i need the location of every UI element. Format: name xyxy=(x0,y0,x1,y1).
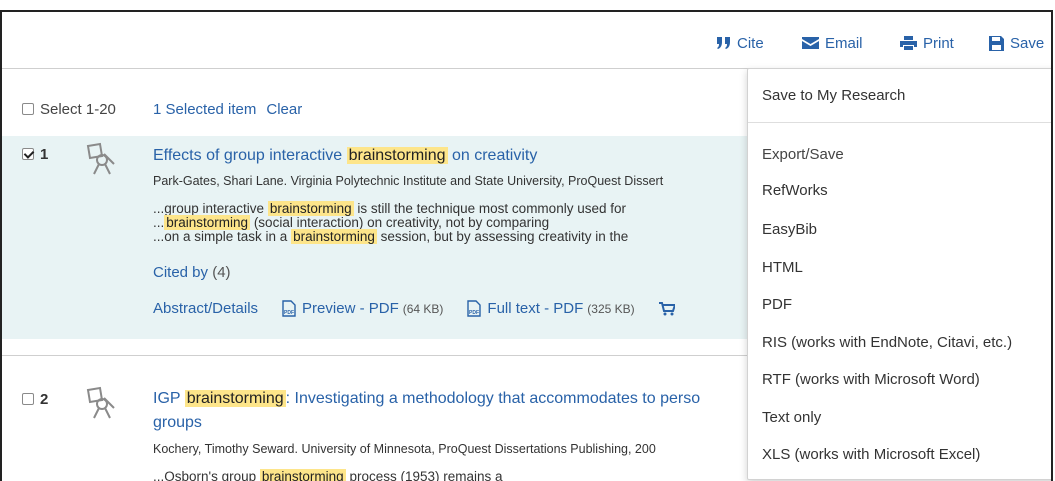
result-citation: Park-Gates, Shari Lane. Virginia Polytec… xyxy=(153,174,664,188)
export-refworks-item[interactable]: RefWorks xyxy=(762,182,828,199)
result-number: 2 xyxy=(22,389,48,409)
select-all-row: Select 1-20 xyxy=(22,98,142,120)
pdf-icon: PDF xyxy=(282,300,296,317)
export-ris-item[interactable]: RIS (works with EndNote, Citavi, etc.) xyxy=(762,334,1012,351)
title-text-line2: groups xyxy=(153,414,202,431)
result-index: 2 xyxy=(40,390,49,408)
selected-count-link[interactable]: 1 Selected item xyxy=(153,101,256,118)
print-button[interactable]: Print xyxy=(900,33,954,53)
selection-info: 1 Selected item Clear xyxy=(153,98,302,120)
title-text: IGP xyxy=(153,390,185,407)
export-save-header: Export/Save xyxy=(762,146,844,163)
result-number: 1 xyxy=(22,144,48,164)
cite-label: Cite xyxy=(737,34,764,52)
save-dropdown-menu: Save to My Research Export/Save RefWorks… xyxy=(747,68,1051,480)
select-all-checkbox[interactable] xyxy=(22,103,34,115)
preview-pdf-link[interactable]: PDF Preview - PDF (64 KB) xyxy=(282,300,443,317)
cited-by-label: Cited by xyxy=(153,264,209,281)
result-snippets: ...group interactive brainstorming is st… xyxy=(153,201,629,244)
dissertation-icon xyxy=(86,142,115,175)
cart-icon[interactable] xyxy=(658,301,675,316)
save-to-my-research-item[interactable]: Save to My Research xyxy=(762,87,905,104)
dissertation-icon xyxy=(86,386,115,419)
results-frame: Cite Email Print Save Select 1-20 1 Sele… xyxy=(0,10,1053,481)
export-pdf-item[interactable]: PDF xyxy=(762,296,792,313)
preview-pdf-label: Preview - PDF xyxy=(302,300,399,317)
preview-pdf-size: (64 KB) xyxy=(402,301,444,316)
select-all-label: Select 1-20 xyxy=(40,100,116,118)
result-title-link[interactable]: Effects of group interactive brainstormi… xyxy=(153,144,537,168)
result-index: 1 xyxy=(40,145,49,163)
email-label: Email xyxy=(825,34,863,52)
floppy-disk-icon xyxy=(989,35,1004,51)
full-text-pdf-link[interactable]: PDF Full text - PDF (325 KB) xyxy=(467,300,635,317)
abstract-details-link[interactable]: Abstract/Details xyxy=(153,300,258,317)
envelope-icon xyxy=(802,37,819,49)
result-checkbox[interactable] xyxy=(22,148,34,160)
full-text-pdf-label: Full text - PDF xyxy=(487,300,584,317)
export-text-only-item[interactable]: Text only xyxy=(762,409,821,426)
svg-text:PDF: PDF xyxy=(284,310,294,316)
title-text: Effects of group interactive xyxy=(153,147,347,164)
clear-selection-link[interactable]: Clear xyxy=(266,101,302,118)
svg-text:PDF: PDF xyxy=(469,310,479,316)
result-citation: Kochery, Timothy Seward. University of M… xyxy=(153,442,656,456)
dropdown-divider xyxy=(748,122,1051,123)
export-rtf-item[interactable]: RTF (works with Microsoft Word) xyxy=(762,371,980,388)
printer-icon xyxy=(900,36,917,50)
pdf-icon: PDF xyxy=(467,300,482,317)
cite-button[interactable]: Cite xyxy=(717,33,764,53)
email-button[interactable]: Email xyxy=(802,33,863,53)
results-toolbar: Cite Email Print Save xyxy=(2,12,1051,69)
title-highlight: brainstorming xyxy=(346,147,448,164)
export-html-item[interactable]: HTML xyxy=(762,259,803,276)
snippet-line: ... brainstorming (social interaction) on… xyxy=(153,215,550,230)
result-actions: Abstract/Details PDF Preview - PDF (64 KB… xyxy=(153,300,675,317)
result-title-link[interactable]: IGP brainstorming: Investigating a metho… xyxy=(153,387,753,435)
title-highlight: brainstorming xyxy=(184,390,286,407)
quote-icon xyxy=(717,37,730,49)
result-snippets: ...Osborn's group brainstorming process … xyxy=(153,469,503,481)
save-label: Save xyxy=(1010,34,1045,52)
export-easybib-item[interactable]: EasyBib xyxy=(762,221,817,238)
snippet-line: ...Osborn's group brainstorming process … xyxy=(153,469,503,481)
full-text-pdf-size: (325 KB) xyxy=(587,301,635,316)
save-button[interactable]: Save xyxy=(989,33,1044,53)
title-text-end: : Investigating a methodology that accom… xyxy=(285,390,701,407)
export-xls-item[interactable]: XLS (works with Microsoft Excel) xyxy=(762,446,980,463)
snippet-line: ...group interactive brainstorming is st… xyxy=(153,201,626,216)
snippet-line: ...on a simple task in a brainstorming s… xyxy=(153,229,629,244)
title-text-end: on creativity xyxy=(447,147,538,164)
cited-by-count: (4) xyxy=(212,264,231,281)
result-checkbox[interactable] xyxy=(22,393,34,405)
cited-by-link[interactable]: Cited by (4) xyxy=(153,264,231,281)
print-label: Print xyxy=(923,34,954,52)
